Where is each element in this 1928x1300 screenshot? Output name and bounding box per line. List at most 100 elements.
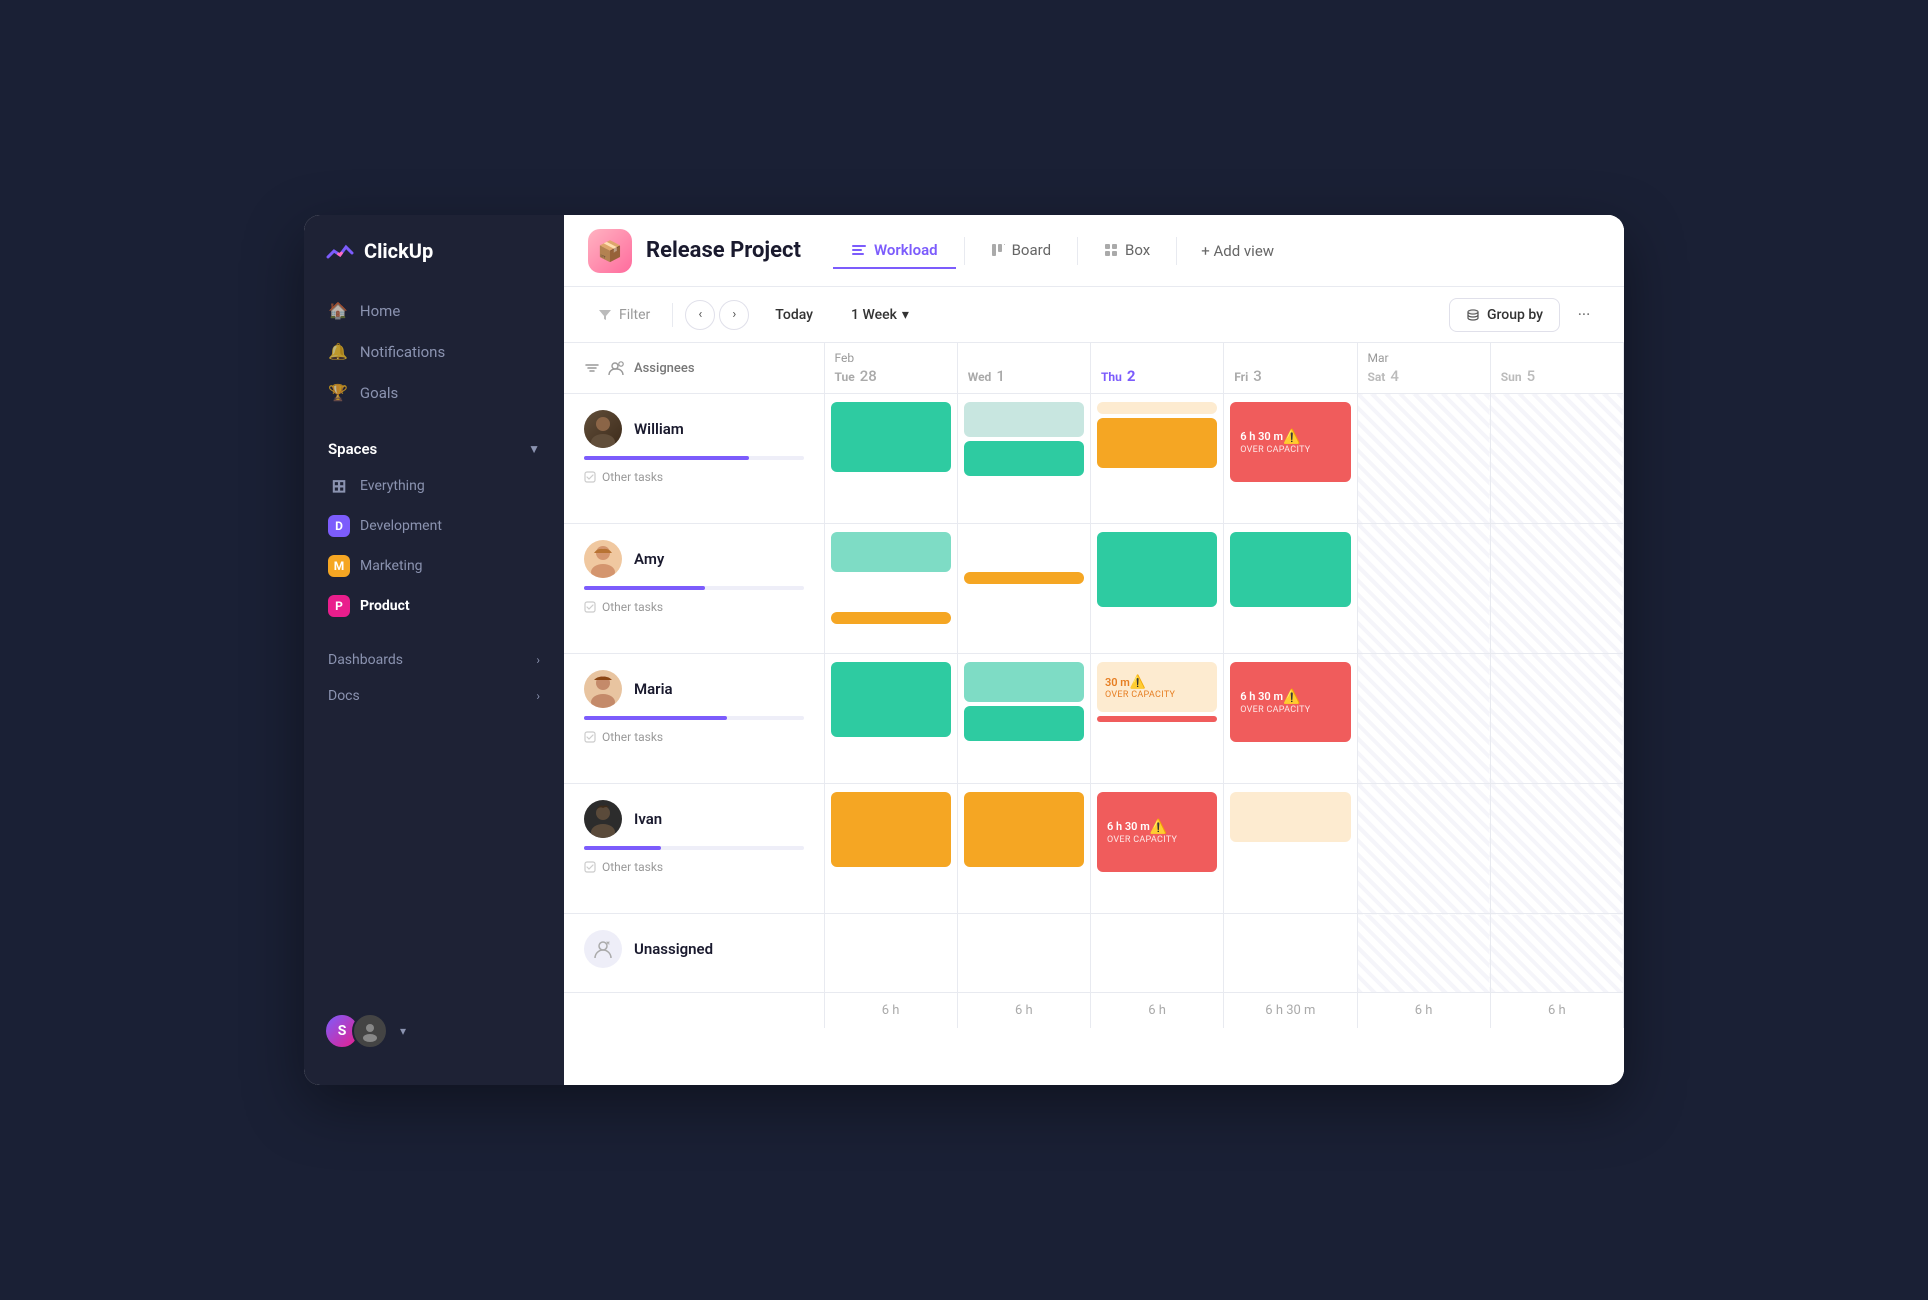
more-options-button[interactable]: ··· (1568, 299, 1600, 331)
task-block[interactable] (1097, 402, 1217, 414)
col-header-fri3: Fri 3 (1224, 343, 1357, 394)
add-view-button[interactable]: + Add view (1185, 234, 1290, 268)
sidebar-item-goals-label: Goals (360, 384, 398, 402)
task-cell-amy-sat (1357, 524, 1490, 654)
task-block[interactable] (831, 792, 951, 867)
sidebar-item-docs[interactable]: Docs › (316, 678, 552, 714)
tab-divider-2 (1077, 237, 1078, 265)
group-by-button[interactable]: Group by (1449, 298, 1560, 332)
over-capacity-text-maria-thu: OVER CAPACITY (1105, 690, 1175, 700)
assignee-info-ivan: Ivan (584, 800, 804, 838)
footer-empty (564, 993, 824, 1029)
over-capacity-text-william: OVER CAPACITY (1240, 445, 1310, 455)
over-capacity-block[interactable]: 6 h 30 m ⚠️ OVER CAPACITY (1230, 402, 1350, 482)
task-block[interactable] (1097, 532, 1217, 607)
today-button[interactable]: Today (761, 301, 827, 329)
task-block[interactable] (1230, 532, 1350, 607)
task-block[interactable] (831, 532, 951, 572)
tab-box[interactable]: Box (1086, 233, 1168, 269)
unassigned-cell-tue (824, 914, 957, 993)
sidebar-bottom-nav: Dashboards › Docs › (304, 642, 564, 714)
spaces-label: Spaces (328, 440, 377, 458)
day-1: 1 (996, 367, 1005, 385)
sidebar-item-product[interactable]: P Product (316, 586, 552, 626)
tab-board-label: Board (1012, 241, 1051, 259)
sidebar-item-dashboards[interactable]: Dashboards › (316, 642, 552, 678)
task-cell-ivan-wed[interactable] (957, 784, 1090, 914)
task-cell-maria-tue[interactable] (824, 654, 957, 784)
more-icon: ··· (1578, 305, 1591, 324)
assignee-cell-amy: Amy Other tasks (564, 524, 824, 654)
other-tasks-william[interactable]: Other tasks (584, 470, 804, 484)
sidebar-item-home[interactable]: 🏠 Home (316, 291, 552, 330)
task-icon (584, 861, 596, 873)
task-cell-maria-fri[interactable]: 6 h 30 m ⚠️ OVER CAPACITY (1224, 654, 1357, 784)
sidebar-item-everything[interactable]: ⊞ Everything (316, 466, 552, 506)
next-button[interactable]: › (719, 300, 749, 330)
other-tasks-ivan[interactable]: Other tasks (584, 860, 804, 874)
task-block[interactable] (964, 402, 1084, 437)
capacity-label-william: 6 h 30 m (1240, 430, 1283, 444)
task-cell-ivan-thu[interactable]: 6 h 30 m ⚠️ OVER CAPACITY (1091, 784, 1224, 914)
progress-bar-ivan (584, 846, 804, 850)
sidebar-item-goals[interactable]: 🏆 Goals (316, 373, 552, 412)
spaces-header[interactable]: Spaces ▼ (316, 432, 552, 466)
sidebar-item-notifications[interactable]: 🔔 Notifications (316, 332, 552, 371)
week-select[interactable]: 1 Week ▾ (839, 301, 921, 329)
assignee-info-maria: Maria (584, 670, 804, 708)
sidebar-item-marketing[interactable]: M Marketing (316, 546, 552, 586)
assignee-name-unassigned: Unassigned (634, 940, 713, 958)
task-block[interactable] (964, 572, 1084, 584)
task-cell-amy-thu[interactable] (1091, 524, 1224, 654)
spaces-chevron-icon: ▼ (528, 442, 540, 456)
task-block[interactable] (831, 402, 951, 472)
task-cell-amy-wed[interactable] (957, 524, 1090, 654)
capacity-label-maria-thu: 30 m (1105, 676, 1130, 689)
task-block[interactable] (831, 662, 951, 737)
table-footer-row: 6 h 6 h 6 h 6 h 30 m 6 h 6 h (564, 993, 1624, 1029)
other-tasks-amy[interactable]: Other tasks (584, 600, 804, 614)
development-badge: D (328, 515, 350, 537)
task-cell-ivan-fri[interactable] (1224, 784, 1357, 914)
task-block-orange-light[interactable] (1230, 792, 1350, 842)
other-tasks-maria[interactable]: Other tasks (584, 730, 804, 744)
task-cell-william-wed[interactable] (957, 394, 1090, 524)
task-cell-amy-fri[interactable] (1224, 524, 1357, 654)
task-block[interactable] (964, 441, 1084, 476)
warning-icon: ⚠️ (1283, 429, 1300, 445)
task-cell-william-thu[interactable] (1091, 394, 1224, 524)
task-block[interactable] (964, 706, 1084, 741)
task-cell-william-tue[interactable] (824, 394, 957, 524)
prev-button[interactable]: ‹ (685, 300, 715, 330)
warning-icon: ⚠️ (1150, 819, 1167, 835)
workload-table: Assignees Feb Tue 28 (564, 343, 1624, 1028)
sidebar-item-development-label: Development (360, 518, 442, 534)
over-capacity-block[interactable]: 6 h 30 m ⚠️ OVER CAPACITY (1097, 792, 1217, 872)
spaces-section: Spaces ▼ ⊞ Everything D Development M Ma… (304, 432, 564, 626)
table-row: Unassigned (564, 914, 1624, 993)
tab-board[interactable]: Board (973, 233, 1069, 269)
task-cell-ivan-sat (1357, 784, 1490, 914)
task-cell-maria-sun (1490, 654, 1623, 784)
task-cell-maria-wed[interactable] (957, 654, 1090, 784)
filter-button[interactable]: Filter (588, 301, 660, 329)
tab-workload[interactable]: Workload (833, 233, 956, 269)
marketing-badge: M (328, 555, 350, 577)
over-capacity-block[interactable]: 6 h 30 m ⚠️ OVER CAPACITY (1230, 662, 1350, 742)
logo-text: ClickUp (364, 239, 433, 263)
task-cell-william-sun (1490, 394, 1623, 524)
capacity-label-ivan: 6 h 30 m (1107, 820, 1150, 834)
task-cell-amy-tue[interactable] (824, 524, 957, 654)
assignee-cell-william: William Other tasks (564, 394, 824, 524)
task-block[interactable] (1097, 418, 1217, 468)
sidebar-item-development[interactable]: D Development (316, 506, 552, 546)
task-block[interactable] (964, 792, 1084, 867)
sidebar-footer: S ▾ (304, 997, 564, 1065)
over-capacity-block-orange[interactable]: 30 m ⚠️ OVER CAPACITY (1097, 662, 1217, 712)
task-cell-maria-thu[interactable]: 30 m ⚠️ OVER CAPACITY (1091, 654, 1224, 784)
user-menu-chevron-icon[interactable]: ▾ (400, 1024, 406, 1038)
task-block[interactable] (831, 612, 951, 624)
task-block[interactable] (964, 662, 1084, 702)
task-cell-william-fri[interactable]: 6 h 30 m ⚠️ OVER CAPACITY (1224, 394, 1357, 524)
task-cell-ivan-tue[interactable] (824, 784, 957, 914)
